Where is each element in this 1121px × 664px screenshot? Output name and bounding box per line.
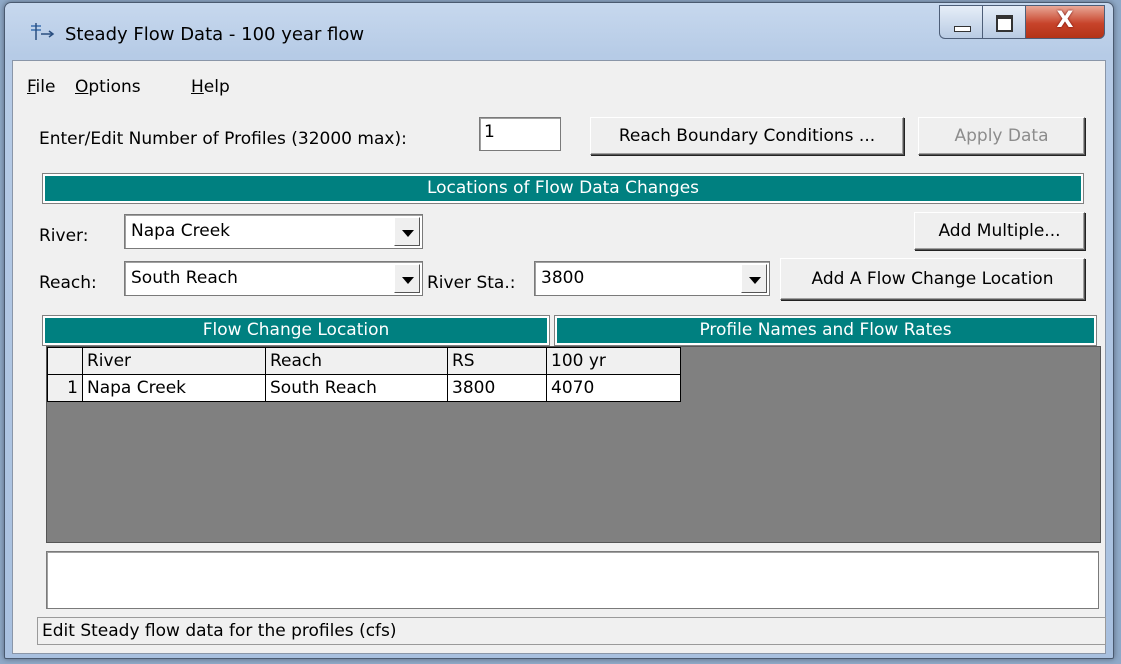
description-textbox[interactable] xyxy=(46,551,1099,609)
cell-flow-100yr[interactable]: 4070 xyxy=(546,374,681,402)
reach-dropdown-arrow[interactable] xyxy=(394,264,420,293)
add-multiple-button[interactable]: Add Multiple... xyxy=(914,212,1085,250)
maximize-icon xyxy=(996,15,1013,32)
river-station-dropdown-arrow[interactable] xyxy=(741,264,767,293)
minimize-icon xyxy=(954,26,971,32)
reach-boundary-conditions-button[interactable]: Reach Boundary Conditions ... xyxy=(590,117,904,155)
chevron-down-icon xyxy=(402,230,414,237)
cell-river[interactable]: Napa Creek xyxy=(82,374,266,402)
column-header-100yr[interactable]: 100 yr xyxy=(546,347,681,375)
column-header-rs[interactable]: RS xyxy=(447,347,547,375)
window-controls: X xyxy=(939,5,1105,39)
apply-data-button[interactable]: Apply Data xyxy=(918,117,1085,155)
cell-rs[interactable]: 3800 xyxy=(447,374,547,402)
menu-bar: File Options Help xyxy=(13,61,1105,101)
flow-change-location-header: Flow Change Location xyxy=(42,315,550,346)
column-header-river[interactable]: River xyxy=(82,347,266,375)
table-row: 1 Napa Creek South Reach 3800 4070 xyxy=(47,374,681,402)
river-selected-value: Napa Creek xyxy=(131,221,230,241)
flow-data-grid[interactable]: River Reach RS 100 yr 1 Napa Creek South… xyxy=(46,346,1101,543)
column-header-reach[interactable]: Reach xyxy=(265,347,448,375)
row-number-header xyxy=(47,347,83,375)
row-number[interactable]: 1 xyxy=(47,374,83,402)
window-title: Steady Flow Data - 100 year flow xyxy=(65,24,365,45)
cell-reach[interactable]: South Reach xyxy=(265,374,448,402)
steady-flow-window: Steady Flow Data - 100 year flow X File … xyxy=(4,2,1114,659)
dialog-client-area: File Options Help Enter/Edit Number of P… xyxy=(12,60,1106,654)
maximize-button[interactable] xyxy=(982,5,1025,39)
profiles-count-label: Enter/Edit Number of Profiles (32000 max… xyxy=(39,129,407,149)
menu-help[interactable]: Help xyxy=(191,77,230,97)
menu-file[interactable]: File xyxy=(27,77,55,97)
steady-flow-icon xyxy=(31,23,55,40)
profile-names-header: Profile Names and Flow Rates xyxy=(554,315,1097,346)
flow-data-table: River Reach RS 100 yr 1 Napa Creek South… xyxy=(47,347,681,402)
close-icon: X xyxy=(1056,8,1074,33)
table-header-row: River Reach RS 100 yr xyxy=(47,347,681,375)
river-station-selected-value: 3800 xyxy=(541,268,585,288)
reach-label: Reach: xyxy=(39,273,97,293)
chevron-down-icon xyxy=(402,277,414,284)
add-flow-change-location-button[interactable]: Add A Flow Change Location xyxy=(780,258,1085,300)
river-label: River: xyxy=(39,226,89,246)
chevron-down-icon xyxy=(749,277,761,284)
menu-options[interactable]: Options xyxy=(75,77,141,97)
river-dropdown-arrow[interactable] xyxy=(394,217,420,246)
river-dropdown[interactable]: Napa Creek xyxy=(124,214,423,249)
river-station-label: River Sta.: xyxy=(427,273,516,293)
profiles-count-input[interactable]: 1 xyxy=(479,117,561,151)
minimize-button[interactable] xyxy=(939,5,982,39)
locations-header: Locations of Flow Data Changes xyxy=(42,173,1084,204)
close-button[interactable]: X xyxy=(1025,5,1105,39)
title-bar[interactable]: Steady Flow Data - 100 year flow X xyxy=(5,3,1113,59)
river-station-dropdown[interactable]: 3800 xyxy=(534,261,770,296)
status-bar: Edit Steady flow data for the profiles (… xyxy=(37,617,1106,645)
reach-dropdown[interactable]: South Reach xyxy=(124,261,423,296)
reach-selected-value: South Reach xyxy=(131,268,238,288)
